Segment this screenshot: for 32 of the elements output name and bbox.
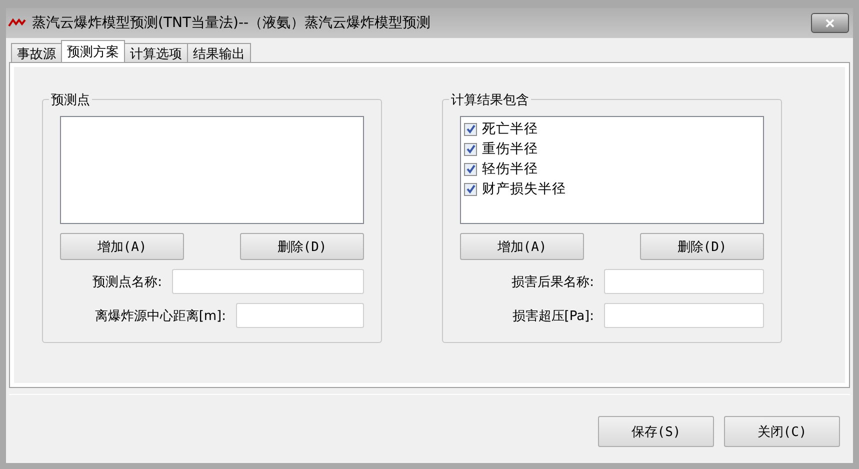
dialog-button[interactable]: 保存(S): [598, 416, 714, 447]
action-button[interactable]: 增加(A): [460, 233, 584, 260]
list-box[interactable]: [60, 116, 364, 224]
action-button[interactable]: 删除(D): [640, 233, 764, 260]
action-button[interactable]: 删除(D): [240, 233, 364, 260]
action-button[interactable]: 增加(A): [60, 233, 184, 260]
field-label: 损害超压[Pa]:: [512, 308, 594, 324]
list-item[interactable]: 轻伤半径: [482, 160, 538, 178]
input-field[interactable]: [236, 303, 364, 328]
field-label: 预测点名称:: [92, 274, 162, 290]
field-label: 损害后果名称:: [512, 274, 594, 290]
list-box[interactable]: 死亡半径 重伤半径 轻伤半径 财产损失半径: [460, 116, 764, 224]
window-title: 蒸汽云爆炸模型预测(TNT当量法)--（液氨）蒸汽云爆炸模型预测: [32, 14, 432, 32]
field-label: 离爆炸源中心距离[m]:: [94, 308, 226, 324]
list-item[interactable]: 死亡半径: [482, 120, 538, 138]
checkbox[interactable]: [464, 182, 477, 196]
list-item[interactable]: 财产损失半径: [482, 180, 566, 198]
input-field[interactable]: [172, 269, 364, 294]
input-field[interactable]: [604, 269, 764, 294]
checkbox[interactable]: [464, 162, 477, 176]
input-field[interactable]: [604, 303, 764, 328]
list-item[interactable]: 重伤半径: [482, 140, 538, 158]
checkbox[interactable]: [464, 122, 477, 136]
dialog-button[interactable]: 关闭(C): [724, 416, 840, 447]
group-title: 计算结果包含: [449, 91, 531, 109]
group-title: 预测点: [49, 91, 92, 109]
app-logo-icon: [8, 18, 26, 28]
tab[interactable]: 事故源: [11, 43, 62, 62]
tab[interactable]: 计算选项: [124, 43, 188, 62]
tab[interactable]: 结果输出: [187, 43, 251, 62]
checkbox[interactable]: [464, 142, 477, 156]
tab[interactable]: 预测方案: [61, 40, 125, 62]
